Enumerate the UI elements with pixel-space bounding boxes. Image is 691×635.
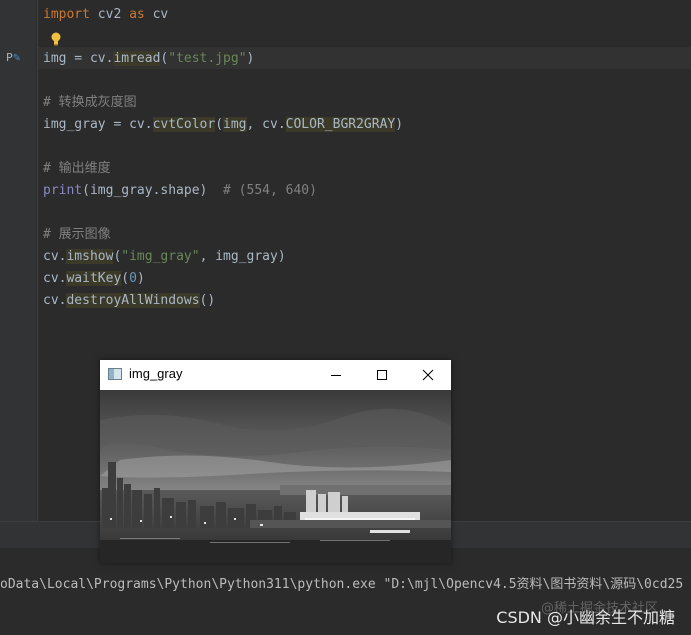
window-app-icon <box>108 368 122 380</box>
code-token: imshow <box>66 249 114 264</box>
code-token: "test.jpg" <box>168 51 247 66</box>
code-token: COLOR_BGR2GRAY <box>285 117 396 132</box>
run-marker-letter: P <box>6 51 13 64</box>
code-token: img_gray = cv. <box>43 117 153 132</box>
code-token: cv. <box>43 249 67 264</box>
console-output-line: oData\Local\Programs\Python\Python311\py… <box>0 577 684 592</box>
edit-pen-icon: ✎ <box>12 53 22 64</box>
code-token: # 输出维度 <box>43 161 111 176</box>
window-title: img_gray <box>129 366 183 381</box>
minimize-button[interactable] <box>313 360 359 390</box>
maximize-button[interactable] <box>359 360 405 390</box>
code-line[interactable]: cv.destroyAllWindows() <box>43 290 215 312</box>
run-marker-icon[interactable]: P✎ <box>6 51 21 64</box>
code-line[interactable]: img = cv.imread("test.jpg") <box>43 48 254 70</box>
code-token: 0 <box>129 271 137 286</box>
maximize-icon <box>377 370 387 380</box>
code-line[interactable]: # 转换成灰度图 <box>43 92 137 114</box>
code-token: import <box>43 7 90 22</box>
code-line[interactable]: img_gray = cv.cvtColor(img, cv.COLOR_BGR… <box>43 114 403 136</box>
code-token: ) <box>246 51 255 66</box>
city-skyline-image <box>100 390 451 563</box>
code-token: , img_gray) <box>199 249 286 264</box>
lightbulb-icon[interactable] <box>50 32 62 46</box>
code-token: as <box>129 7 145 22</box>
code-token: # 展示图像 <box>43 227 111 242</box>
code-token: , cv. <box>246 117 286 132</box>
code-token: # 转换成灰度图 <box>43 95 137 110</box>
code-token: # (554, 640) <box>223 183 317 198</box>
code-token: imread <box>113 51 161 66</box>
code-token: ) <box>136 271 145 286</box>
code-token: ) <box>395 117 404 132</box>
code-token: img <box>223 117 247 132</box>
code-token: cv. <box>43 271 67 286</box>
code-line[interactable]: print(img_gray.shape) # (554, 640) <box>43 180 317 202</box>
grayscale-image <box>100 390 451 563</box>
code-token: cv2 <box>89 7 130 22</box>
img-gray-window[interactable]: img_gray <box>100 360 451 563</box>
code-token: print <box>43 183 83 198</box>
code-token: (img_gray.shape) <box>82 183 224 198</box>
csdn-watermark: CSDN @小幽余生不加糖 <box>496 608 675 627</box>
minimize-icon <box>331 375 341 376</box>
editor-gutter <box>0 0 36 521</box>
window-titlebar[interactable]: img_gray <box>100 360 451 390</box>
code-token: ( <box>121 271 130 286</box>
code-line[interactable]: cv.imshow("img_gray", img_gray) <box>43 246 286 268</box>
code-token: () <box>199 293 216 308</box>
code-token: ( <box>215 117 224 132</box>
code-line[interactable]: import cv2 as cv <box>43 4 168 26</box>
code-token: cv <box>144 7 169 22</box>
close-button[interactable] <box>405 360 451 390</box>
code-token: "img_gray" <box>121 249 200 264</box>
code-token: cvtColor <box>152 117 216 132</box>
code-line[interactable]: # 展示图像 <box>43 224 111 246</box>
code-line[interactable]: # 输出维度 <box>43 158 111 180</box>
code-token: waitKey <box>66 271 122 286</box>
code-token: destroyAllWindows <box>66 293 200 308</box>
code-token: img = cv. <box>43 51 114 66</box>
code-token: cv. <box>43 293 67 308</box>
code-line[interactable]: cv.waitKey(0) <box>43 268 145 290</box>
close-icon <box>422 369 434 381</box>
